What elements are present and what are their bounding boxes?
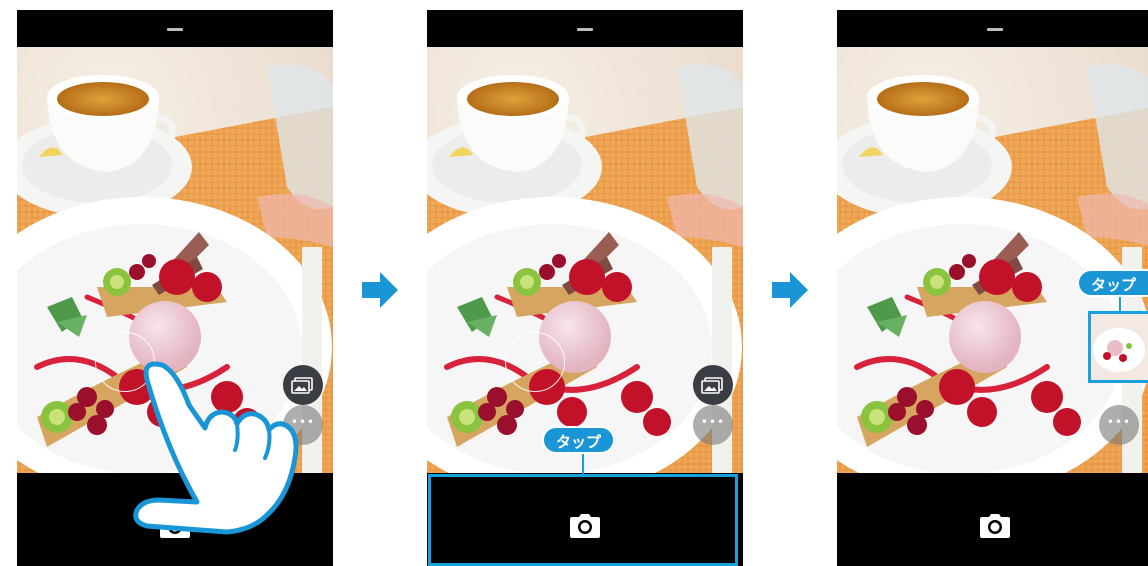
more-button[interactable]: ••• (1099, 405, 1139, 445)
status-indicator (577, 28, 593, 31)
shutter-bar[interactable] (837, 473, 1148, 566)
status-indicator (987, 28, 1003, 31)
camera-preview[interactable]: ••• (427, 47, 743, 473)
callout-connector (1119, 297, 1121, 311)
hand-pointer-icon (133, 361, 299, 535)
status-bar (837, 10, 1148, 47)
camera-screen-step-3: ••• タップ (837, 10, 1148, 566)
gallery-icon (701, 377, 723, 394)
thumbnail-highlight (1088, 311, 1148, 383)
camera-screen-step-1: ••• (17, 10, 333, 566)
status-indicator (167, 28, 183, 31)
arrow-right-icon (362, 272, 398, 308)
arrow-right-icon (772, 272, 808, 308)
camera-icon[interactable] (979, 513, 1011, 539)
camera-screen-step-2: ••• タップ (427, 10, 743, 566)
callout-connector (582, 454, 584, 474)
more-icon: ••• (1106, 415, 1132, 429)
more-button[interactable]: ••• (693, 405, 733, 445)
camera-preview[interactable]: ••• タップ (837, 47, 1148, 473)
shutter-highlight (428, 474, 738, 566)
gallery-button[interactable] (693, 365, 733, 405)
status-bar (427, 10, 743, 47)
tap-callout: タップ (542, 426, 616, 454)
tap-callout: タップ (1077, 269, 1148, 297)
status-bar (17, 10, 333, 47)
focus-circle (505, 332, 565, 392)
more-icon: ••• (700, 415, 726, 429)
